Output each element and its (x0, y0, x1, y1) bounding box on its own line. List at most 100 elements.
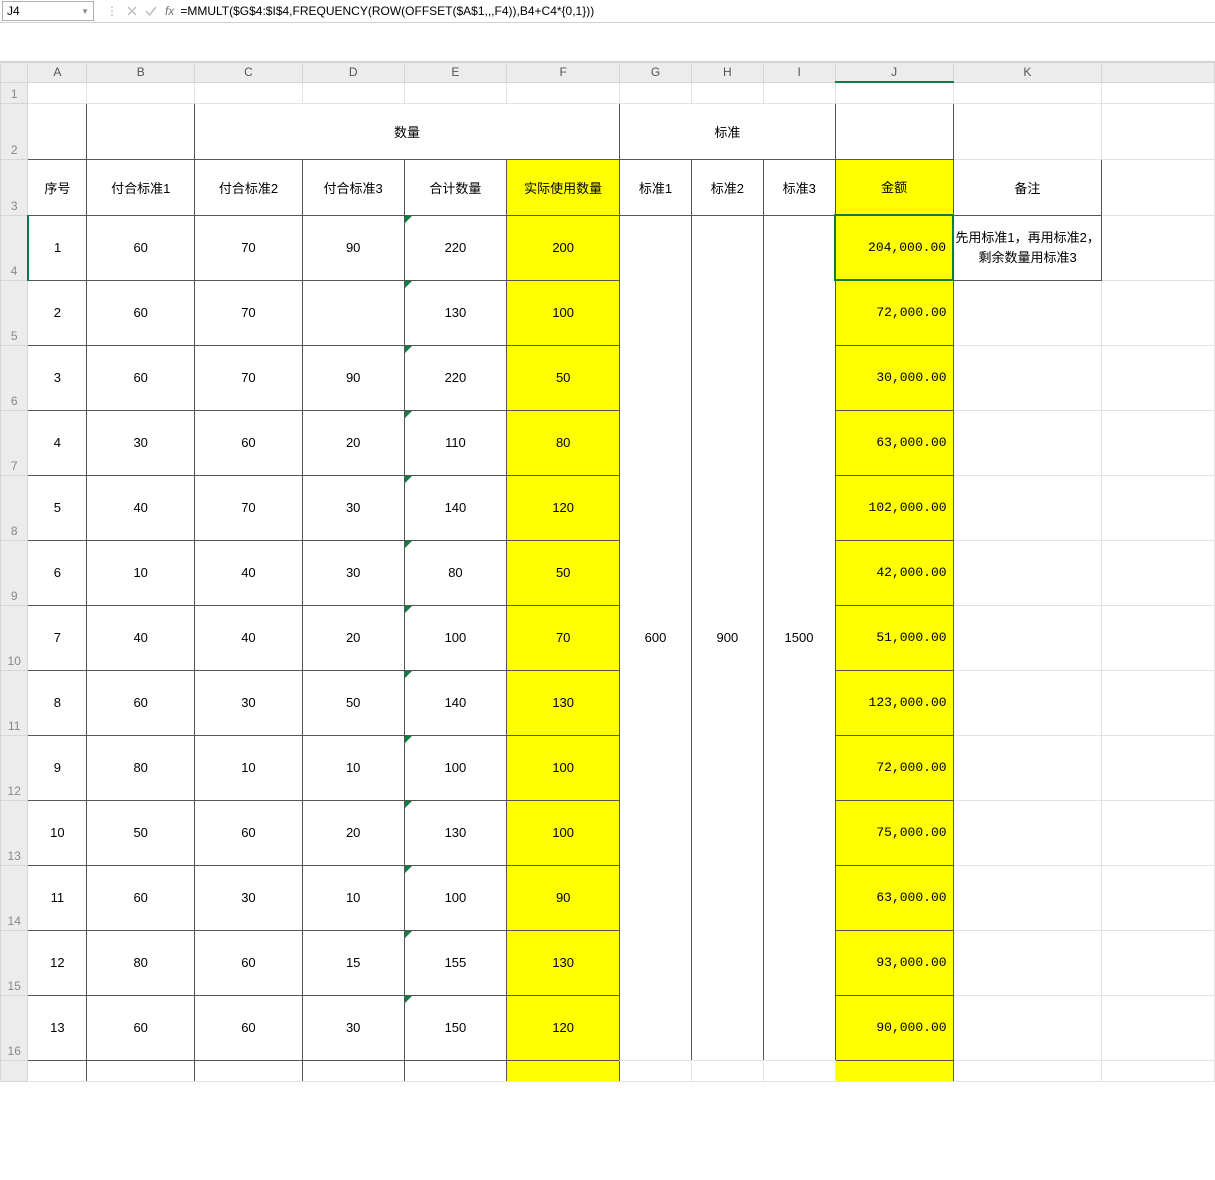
cell-d[interactable]: 10 (302, 735, 404, 800)
cell-d[interactable]: 90 (302, 345, 404, 410)
cell-no[interactable]: 3 (28, 345, 87, 410)
cell[interactable] (953, 800, 1102, 865)
name-box-dropdown-icon[interactable]: ▼ (81, 7, 89, 16)
cell-amount[interactable]: 42,000.00 (835, 540, 953, 605)
row-header-12[interactable]: 12 (1, 735, 28, 800)
cell[interactable] (1102, 800, 1215, 865)
cell[interactable] (1102, 605, 1215, 670)
cell-note[interactable]: 先用标准1，再用标准2，剩余数量用标准3 (953, 215, 1102, 280)
cell[interactable] (953, 103, 1102, 159)
cell-no[interactable]: 13 (28, 995, 87, 1060)
row-header-10[interactable]: 10 (1, 605, 28, 670)
cell-b[interactable]: 10 (87, 540, 195, 605)
name-box[interactable]: J4 ▼ (2, 1, 94, 21)
row-header-15[interactable]: 15 (1, 930, 28, 995)
cell-e[interactable]: 110 (404, 410, 507, 475)
cell[interactable] (953, 1060, 1102, 1081)
cell-e[interactable]: 100 (404, 735, 507, 800)
enter-icon[interactable] (145, 6, 157, 16)
cell-amount[interactable]: 102,000.00 (835, 475, 953, 540)
cell-d[interactable]: 15 (302, 930, 404, 995)
header-B[interactable]: 付合标准1 (87, 159, 195, 215)
cell[interactable] (1102, 670, 1215, 735)
col-header-E[interactable]: E (404, 63, 507, 83)
cell-c[interactable]: 60 (195, 930, 303, 995)
cell[interactable] (195, 1060, 303, 1081)
cell-amount[interactable]: 204,000.00 (835, 215, 953, 280)
header-C[interactable]: 付合标准2 (195, 159, 303, 215)
cell-e[interactable]: 150 (404, 995, 507, 1060)
row-header-3[interactable]: 3 (1, 159, 28, 215)
col-header-H[interactable]: H (691, 63, 763, 83)
header-H[interactable]: 标准2 (691, 159, 763, 215)
cell-d[interactable]: 90 (302, 215, 404, 280)
cell-c[interactable]: 30 (195, 670, 303, 735)
cell-std3[interactable]: 1500 (763, 215, 835, 1060)
header-K[interactable]: 备注 (953, 159, 1102, 215)
cell-f[interactable]: 100 (507, 800, 620, 865)
cell-d[interactable]: 30 (302, 995, 404, 1060)
cell-e[interactable]: 100 (404, 865, 507, 930)
formula-input[interactable] (178, 1, 1215, 21)
cell[interactable] (953, 735, 1102, 800)
col-header-C[interactable]: C (195, 63, 303, 83)
cell[interactable] (835, 1060, 953, 1081)
cell-no[interactable]: 4 (28, 410, 87, 475)
cell-e[interactable]: 140 (404, 475, 507, 540)
cell-b[interactable]: 40 (87, 605, 195, 670)
header-E[interactable]: 合计数量 (404, 159, 507, 215)
cell-f[interactable]: 130 (507, 670, 620, 735)
cell-d[interactable]: 20 (302, 605, 404, 670)
cell-c[interactable]: 10 (195, 735, 303, 800)
cell[interactable] (953, 930, 1102, 995)
cell-c[interactable]: 30 (195, 865, 303, 930)
cell[interactable] (953, 670, 1102, 735)
cell-amount[interactable]: 63,000.00 (835, 865, 953, 930)
cell[interactable] (1102, 995, 1215, 1060)
row-header-[interactable] (1, 1060, 28, 1081)
cell-f[interactable]: 120 (507, 475, 620, 540)
cell[interactable] (302, 1060, 404, 1081)
cell-f[interactable]: 70 (507, 605, 620, 670)
cell-b[interactable]: 60 (87, 345, 195, 410)
cell[interactable] (87, 1060, 195, 1081)
cell[interactable] (507, 82, 620, 103)
cell-no[interactable]: 2 (28, 280, 87, 345)
header-D[interactable]: 付合标准3 (302, 159, 404, 215)
col-header-D[interactable]: D (302, 63, 404, 83)
cell[interactable] (28, 103, 87, 159)
row-header-8[interactable]: 8 (1, 475, 28, 540)
cell-d[interactable]: 10 (302, 865, 404, 930)
select-all-corner[interactable] (1, 63, 28, 83)
cell-no[interactable]: 7 (28, 605, 87, 670)
header-G[interactable]: 标准1 (620, 159, 692, 215)
cell[interactable] (1102, 865, 1215, 930)
header-F[interactable]: 实际使用数量 (507, 159, 620, 215)
cell[interactable] (953, 475, 1102, 540)
cell-b[interactable]: 80 (87, 930, 195, 995)
cell[interactable] (1102, 159, 1215, 215)
header-std[interactable]: 标准 (620, 103, 836, 159)
cell[interactable] (1102, 345, 1215, 410)
cancel-icon[interactable] (127, 6, 137, 16)
header-qty[interactable]: 数量 (195, 103, 620, 159)
cell-no[interactable]: 6 (28, 540, 87, 605)
cell-c[interactable]: 40 (195, 605, 303, 670)
cell-b[interactable]: 60 (87, 865, 195, 930)
cell-amount[interactable]: 72,000.00 (835, 280, 953, 345)
cell[interactable] (835, 82, 953, 103)
cell-std1[interactable]: 600 (620, 215, 692, 1060)
cell[interactable] (953, 345, 1102, 410)
cell-b[interactable]: 60 (87, 670, 195, 735)
cell[interactable] (1102, 540, 1215, 605)
cell-std2[interactable]: 900 (691, 215, 763, 1060)
cell-b[interactable]: 60 (87, 215, 195, 280)
cell-c[interactable]: 40 (195, 540, 303, 605)
cell-c[interactable]: 70 (195, 475, 303, 540)
cell[interactable] (1102, 410, 1215, 475)
cell-e[interactable]: 155 (404, 930, 507, 995)
cell-f[interactable]: 200 (507, 215, 620, 280)
cell-e[interactable]: 100 (404, 605, 507, 670)
cell-c[interactable]: 60 (195, 800, 303, 865)
cell[interactable] (1102, 930, 1215, 995)
